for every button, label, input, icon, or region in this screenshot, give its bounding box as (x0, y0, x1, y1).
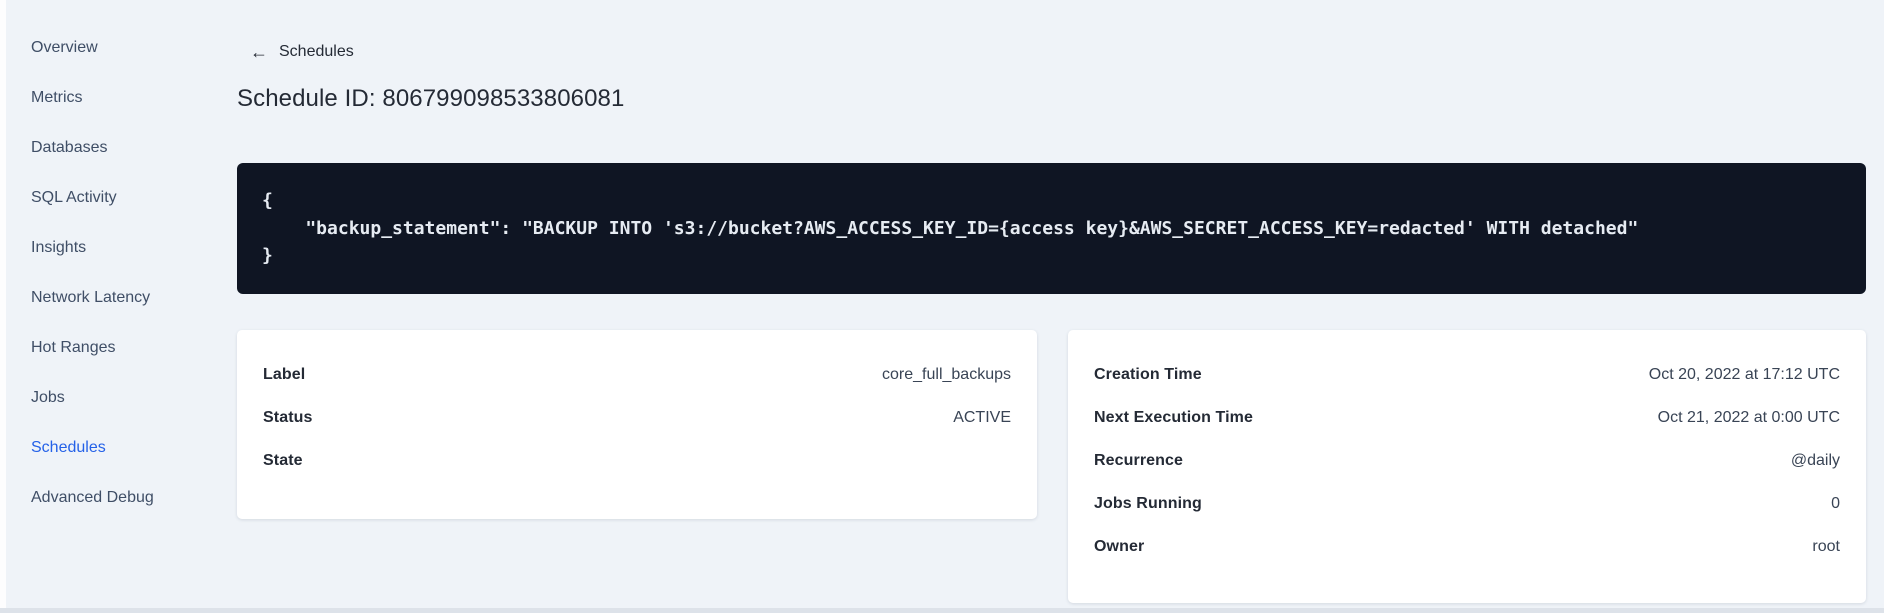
page-title: Schedule ID: 806799098533806081 (237, 85, 625, 112)
sidebar-item-overview[interactable]: Overview (0, 23, 200, 73)
code-line-backup-statement: "backup_statement": "BACKUP INTO 's3://b… (262, 217, 1639, 239)
window-bottom-edge (0, 608, 1884, 613)
sidebar-item-insights[interactable]: Insights (0, 223, 200, 273)
detail-row-owner: Owner root (1094, 525, 1840, 568)
row-label: Status (263, 408, 313, 426)
detail-row-recurrence: Recurrence @daily (1094, 439, 1840, 482)
row-label: Label (263, 365, 306, 383)
schedule-summary-card: Label core_full_backups Status ACTIVE St… (237, 330, 1037, 519)
row-value: Oct 21, 2022 at 0:00 UTC (1657, 408, 1840, 426)
detail-row-jobs-running: Jobs Running 0 (1094, 482, 1840, 525)
sidebar-item-metrics[interactable]: Metrics (0, 73, 200, 123)
code-line-close-brace: } (262, 245, 273, 266)
row-value: Oct 20, 2022 at 17:12 UTC (1648, 365, 1840, 383)
row-value: root (1812, 537, 1840, 555)
row-value: @daily (1790, 451, 1840, 469)
back-to-schedules-link[interactable]: ← Schedules (250, 43, 354, 61)
detail-row-creation-time: Creation Time Oct 20, 2022 at 17:12 UTC (1094, 353, 1840, 396)
row-label: State (263, 451, 303, 469)
backup-statement-code-block: { "backup_statement": "BACKUP INTO 's3:/… (237, 163, 1866, 294)
detail-row-next-execution-time: Next Execution Time Oct 21, 2022 at 0:00… (1094, 396, 1840, 439)
row-value: ACTIVE (953, 408, 1011, 426)
code-line-open-brace: { (262, 190, 273, 211)
row-value: 0 (1831, 494, 1840, 512)
sidebar-item-jobs[interactable]: Jobs (0, 373, 200, 423)
row-label: Owner (1094, 537, 1145, 555)
sidebar-item-hot-ranges[interactable]: Hot Ranges (0, 323, 200, 373)
sidebar-item-databases[interactable]: Databases (0, 123, 200, 173)
row-label: Creation Time (1094, 365, 1202, 383)
sidebar-item-network-latency[interactable]: Network Latency (0, 273, 200, 323)
back-link-label: Schedules (279, 43, 354, 60)
row-label: Jobs Running (1094, 494, 1202, 512)
back-arrow-icon: ← (250, 42, 268, 62)
detail-row-status: Status ACTIVE (263, 396, 1011, 439)
schedule-timing-card: Creation Time Oct 20, 2022 at 17:12 UTC … (1068, 330, 1866, 603)
sidebar-item-sql-activity[interactable]: SQL Activity (0, 173, 200, 223)
sidebar-nav: Overview Metrics Databases SQL Activity … (0, 23, 200, 523)
row-label: Recurrence (1094, 451, 1184, 469)
detail-row-label: Label core_full_backups (263, 353, 1011, 396)
sidebar-item-schedules[interactable]: Schedules (0, 423, 200, 473)
sidebar-item-advanced-debug[interactable]: Advanced Debug (0, 473, 200, 523)
row-label: Next Execution Time (1094, 408, 1253, 426)
detail-row-state: State (263, 439, 1011, 482)
row-value: core_full_backups (882, 365, 1011, 383)
